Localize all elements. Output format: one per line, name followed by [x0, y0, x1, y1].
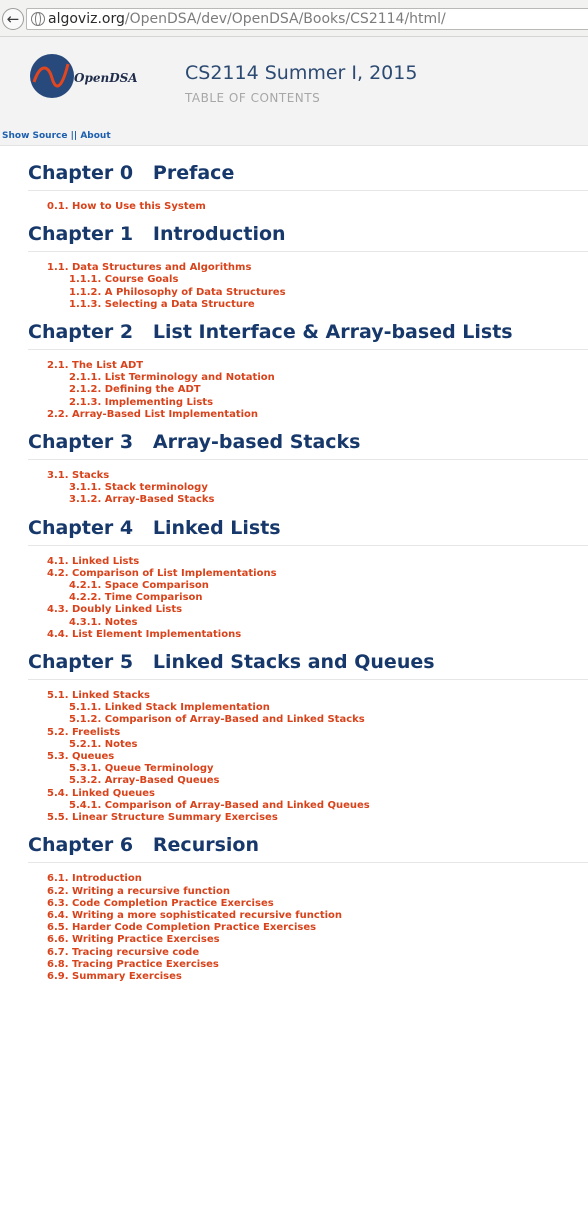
toc-link[interactable]: 2.1.2. Defining the ADT: [28, 384, 588, 396]
toc-link[interactable]: 5.3.2. Array-Based Queues: [28, 775, 588, 787]
toc-link[interactable]: 4.1. Linked Lists: [28, 556, 588, 568]
toc-link[interactable]: 6.5. Harder Code Completion Practice Exe…: [28, 922, 588, 934]
toc-link[interactable]: 4.2. Comparison of List Implementations: [28, 568, 588, 580]
toc-link[interactable]: 5.3. Queues: [28, 751, 588, 763]
chapter-heading: Chapter 6 Recursion: [28, 832, 588, 864]
chapter-section: Chapter 5 Linked Stacks and Queues 5.1. L…: [28, 649, 588, 824]
toc-link[interactable]: 4.4. List Element Implementations: [28, 629, 588, 641]
toc-link[interactable]: 5.3.1. Queue Terminology: [28, 763, 588, 775]
toc-link[interactable]: 1.1. Data Structures and Algorithms: [28, 262, 588, 274]
url-text: algoviz.org/OpenDSA/dev/OpenDSA/Books/CS…: [48, 11, 446, 27]
chapter-section: Chapter 3 Array-based Stacks 3.1. Stacks 3…: [28, 429, 588, 507]
toc-link[interactable]: 4.3.1. Notes: [28, 617, 588, 629]
toc-link[interactable]: 1.1.3. Selecting a Data Structure: [28, 299, 588, 311]
toc-link[interactable]: 6.2. Writing a recursive function: [28, 886, 588, 898]
toc-link[interactable]: 5.1.2. Comparison of Array-Based and Lin…: [28, 714, 588, 726]
toc-link[interactable]: 6.7. Tracing recursive code: [28, 947, 588, 959]
toc-link[interactable]: 3.1. Stacks: [28, 470, 588, 482]
toc-link[interactable]: 2.1. The List ADT: [28, 360, 588, 372]
section-list: 6.1. Introduction 6.2. Writing a recursiv…: [28, 873, 588, 983]
toc-link[interactable]: 6.4. Writing a more sophisticated recurs…: [28, 910, 588, 922]
toc-link[interactable]: 5.4.1. Comparison of Array-Based and Lin…: [28, 800, 588, 812]
back-arrow-icon[interactable]: ←: [2, 8, 24, 30]
toc-link[interactable]: 2.1.1. List Terminology and Notation: [28, 372, 588, 384]
toc-link[interactable]: 5.1.1. Linked Stack Implementation: [28, 702, 588, 714]
chapter-heading: Chapter 0 Preface: [28, 160, 588, 191]
browser-toolbar: ← algoviz.org/OpenDSA/dev/OpenDSA/Books/…: [0, 0, 588, 37]
section-list: 4.1. Linked Lists 4.2. Comparison of List…: [28, 556, 588, 641]
toc-link[interactable]: 6.3. Code Completion Practice Exercises: [28, 898, 588, 910]
chapter-heading: Chapter 1 Introduction: [28, 221, 588, 253]
toc-link[interactable]: 5.4. Linked Queues: [28, 788, 588, 800]
chapter-section: Chapter 4 Linked Lists 4.1. Linked Lists 4…: [28, 515, 588, 641]
toc-link[interactable]: 5.5. Linear Structure Summary Exercises: [28, 812, 588, 824]
url-path: /OpenDSA/dev/OpenDSA/Books/CS2114/html/: [124, 11, 446, 27]
toc-link[interactable]: 5.2.1. Notes: [28, 739, 588, 751]
chapter-section: Chapter 1 Introduction 1.1. Data Structur…: [28, 221, 588, 311]
page-header: OpenDSA CS2114 Summer I, 2015 TABLE OF C…: [0, 37, 588, 146]
url-host: algoviz.org: [48, 11, 125, 27]
toc-link[interactable]: 2.2. Array-Based List Implementation: [28, 409, 588, 421]
chapter-heading: Chapter 3 Array-based Stacks: [28, 429, 588, 461]
toc-link[interactable]: 5.1. Linked Stacks: [28, 690, 588, 702]
toc-link[interactable]: 6.6. Writing Practice Exercises: [28, 934, 588, 946]
top-links: Show Source || About: [2, 131, 111, 141]
chapter-heading: Chapter 5 Linked Stacks and Queues: [28, 649, 588, 681]
chapter-heading: Chapter 4 Linked Lists: [28, 515, 588, 546]
section-list: 0.1. How to Use this System: [28, 201, 588, 213]
globe-icon: [31, 12, 45, 26]
section-list: 1.1. Data Structures and Algorithms 1.1.1…: [28, 262, 588, 311]
toc-link[interactable]: 6.1. Introduction: [28, 873, 588, 885]
chapter-section: Chapter 6 Recursion 6.1. Introduction 6.2.…: [28, 832, 588, 983]
page-title: CS2114 Summer I, 2015: [185, 62, 418, 84]
link-separator: ||: [70, 131, 78, 141]
table-of-contents: Chapter 0 Preface 0.1. How to Use this Sy…: [28, 160, 588, 983]
chapter-section: Chapter 0 Preface 0.1. How to Use this Sy…: [28, 160, 588, 213]
page-subtitle: TABLE OF CONTENTS: [185, 91, 321, 105]
toc-link[interactable]: 0.1. How to Use this System: [28, 201, 588, 213]
toc-link[interactable]: 4.2.2. Time Comparison: [28, 592, 588, 604]
toc-link[interactable]: 2.1.3. Implementing Lists: [28, 397, 588, 409]
toc-link[interactable]: 4.3. Doubly Linked Lists: [28, 604, 588, 616]
chapter-section: Chapter 2 List Interface & Array-based L…: [28, 319, 588, 421]
opendsa-logo[interactable]: OpenDSA: [28, 52, 142, 100]
toc-link[interactable]: 1.1.2. A Philosophy of Data Structures: [28, 287, 588, 299]
chapter-heading: Chapter 2 List Interface & Array-based L…: [28, 319, 588, 351]
show-source-link[interactable]: Show Source: [2, 131, 67, 141]
toc-link[interactable]: 4.2.1. Space Comparison: [28, 580, 588, 592]
section-list: 5.1. Linked Stacks 5.1.1. Linked Stack Im…: [28, 690, 588, 824]
toc-link[interactable]: 1.1.1. Course Goals: [28, 274, 588, 286]
toc-link[interactable]: 6.9. Summary Exercises: [28, 971, 588, 983]
toc-link[interactable]: 5.2. Freelists: [28, 727, 588, 739]
logo-text: OpenDSA: [74, 71, 138, 85]
toc-link[interactable]: 3.1.1. Stack terminology: [28, 482, 588, 494]
toc-link[interactable]: 6.8. Tracing Practice Exercises: [28, 959, 588, 971]
section-list: 3.1. Stacks 3.1.1. Stack terminology 3.1.2…: [28, 470, 588, 507]
section-list: 2.1. The List ADT 2.1.1. List Terminology…: [28, 360, 588, 421]
toc-link[interactable]: 3.1.2. Array-Based Stacks: [28, 494, 588, 506]
about-link[interactable]: About: [80, 131, 110, 141]
address-bar[interactable]: algoviz.org/OpenDSA/dev/OpenDSA/Books/CS…: [26, 8, 588, 30]
